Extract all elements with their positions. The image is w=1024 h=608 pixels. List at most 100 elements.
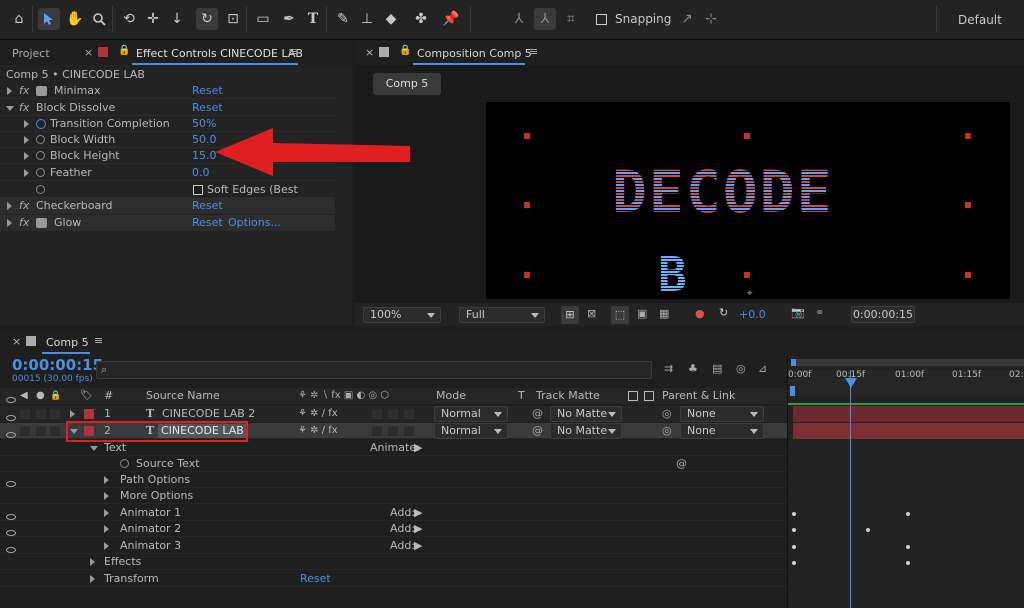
bounding-handle[interactable] [965,272,971,278]
rotate-icon[interactable]: ↻ [196,8,218,30]
parent-dropdown[interactable]: None [680,423,764,439]
workspace-default[interactable]: Default [958,13,1002,27]
bounding-handle[interactable] [744,133,750,139]
region-of-interest-icon[interactable]: ▣ [637,307,647,320]
lock-icon[interactable]: 🔒 [399,45,411,56]
orbit-camera-icon[interactable]: ⟲ [118,8,140,30]
layer-switches[interactable]: ⚘ ✲ ∕ fx [298,423,338,439]
timeline-timecode[interactable]: 0:00:00:15 [12,356,103,374]
work-area-start[interactable] [791,359,796,366]
layer-switches[interactable]: ⚘ ✲ ∕ fx [298,406,338,422]
parent-pickwhip-icon[interactable]: ◎ [662,423,672,439]
resolution-dropdown[interactable]: Full [459,307,545,323]
reset-link[interactable]: Reset [192,100,223,116]
composition-mini-flowchart-icon[interactable]: ⇉ [664,362,673,375]
snapshot-camera-icon[interactable]: 📷 [791,306,805,319]
show-snapshot-icon[interactable]: ⚭ [815,306,824,319]
prop-row-source-text[interactable]: Source Text @ [0,456,787,472]
add-menu-icon[interactable]: ▶ [414,521,422,537]
blend-mode-dropdown[interactable]: Normal [434,406,508,422]
keyframe[interactable] [792,512,796,516]
work-area-bar[interactable] [791,359,1024,366]
draft-3d-icon[interactable]: ♣ [688,362,698,375]
timeline-track-area[interactable]: 0:00f 00:15f 01:00f 01:15f 02:0 [787,356,1024,608]
audio-toggle[interactable] [20,426,30,436]
layer-name[interactable]: CINECODE LAB 2 [162,406,255,422]
keyframe[interactable] [792,545,796,549]
switch-box[interactable] [372,426,382,436]
fx-icon[interactable]: fx [19,83,29,99]
track-matte-pickwhip-icon[interactable]: @ [532,406,543,422]
expand-triangle-icon[interactable] [70,410,75,418]
parent-dropdown[interactable]: None [680,406,764,422]
stopwatch-icon[interactable] [120,459,129,468]
stopwatch-icon[interactable] [36,168,45,177]
blend-mode-dropdown[interactable]: Normal [434,423,508,439]
selection-arrow-icon[interactable] [38,8,60,30]
time-ruler[interactable]: 0:00f 00:15f 01:00f 01:15f 02:0 [788,370,1024,396]
expand-triangle-icon[interactable] [104,476,109,484]
color-channels-icon[interactable]: ● [695,307,705,320]
close-icon[interactable]: × [84,46,93,59]
close-icon[interactable]: × [12,335,21,348]
effect-row-checkerboard[interactable]: fx Checkerboard Reset [0,198,335,214]
prop-row-animator-1[interactable]: Animator 1 Add: ▶ [0,505,787,521]
expand-triangle-icon[interactable] [90,575,95,583]
viewer-timecode[interactable]: 0:00:00:15 [851,306,915,323]
bounding-handle[interactable] [744,272,750,278]
bounding-handle[interactable] [965,133,971,139]
playhead-handle[interactable] [845,378,857,388]
reset-link[interactable]: Reset [192,83,223,99]
mask-visibility-icon[interactable]: ⬚ [611,306,629,324]
effect-row-block-dissolve[interactable]: fx Block Dissolve Reset [0,100,335,116]
home-icon[interactable]: ⌂ [8,8,30,30]
panel-menu-icon[interactable]: ≡ [529,45,538,58]
lock-icon[interactable]: 🔒 [118,45,130,56]
playhead-line[interactable] [850,370,851,608]
solo-toggle[interactable] [36,426,46,436]
expand-triangle-icon[interactable] [24,152,29,160]
tab-timeline-comp[interactable]: Comp 5 [46,336,89,349]
exposure-value[interactable]: +0.0 [739,308,766,321]
world-axis-icon[interactable]: ⅄ [534,8,556,30]
anchor-point-icon[interactable]: ⊡ [222,8,244,30]
keyframe[interactable] [906,561,910,565]
animate-menu-icon[interactable]: ▶ [414,440,422,456]
snapping-checkbox[interactable] [596,14,607,25]
prop-row-path-options[interactable]: Path Options [0,472,787,488]
switch-box[interactable] [388,426,398,436]
stopwatch-icon[interactable] [36,151,45,160]
snap-arrow-icon[interactable]: ↗ [676,8,698,30]
prop-row-text[interactable]: Text Animate: ▶ [0,440,787,456]
fast-preview-icon[interactable]: ⊞ [561,306,579,324]
zoom-dropdown[interactable]: 100% [363,307,441,323]
anchor-point-icon[interactable]: ⌖ [747,288,753,299]
param-value[interactable]: 50% [192,116,216,132]
expand-triangle-icon[interactable] [104,525,109,533]
prop-row-transform[interactable]: Transform Reset [0,571,787,587]
roto-brush-icon[interactable]: ✤ [410,8,432,30]
layer-row-1[interactable]: 1 T CINECODE LAB 2 ⚘ ✲ ∕ fx Normal @ No … [0,406,787,422]
clone-stamp-icon[interactable]: ⊥ [356,8,378,30]
prop-row-effects[interactable]: Effects [0,554,787,570]
expand-triangle-icon[interactable] [90,558,95,566]
lock-toggle[interactable] [50,409,60,419]
keyframe[interactable] [906,545,910,549]
keyframe[interactable] [792,528,796,532]
dolly-icon[interactable]: ↓ [166,8,188,30]
effect-row-minimax[interactable]: fx Minimax Reset [0,83,335,99]
keyframe[interactable] [906,512,910,516]
options-link[interactable]: Options... [228,215,281,231]
param-value[interactable]: 15.0 [192,148,217,164]
in-point-marker[interactable] [790,386,795,396]
param-value[interactable]: 0.0 [192,165,210,181]
expand-triangle-icon[interactable] [104,509,109,517]
switch-box[interactable] [388,409,398,419]
keyframe[interactable] [866,528,870,532]
tab-effect-controls[interactable]: Effect Controls CINECODE LAB [136,47,303,60]
collapse-triangle-icon[interactable] [6,106,14,111]
expand-triangle-icon[interactable] [104,542,109,550]
snap-grid-icon[interactable]: ⊹ [700,8,722,30]
track-matte-pickwhip-icon[interactable]: @ [532,423,543,439]
prop-row-more-options[interactable]: More Options [0,488,787,504]
